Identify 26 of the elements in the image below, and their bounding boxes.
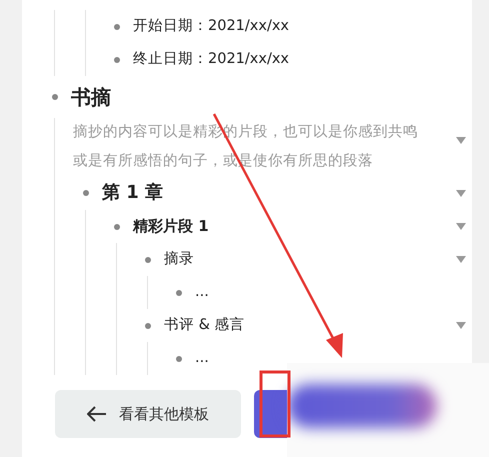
- outline-item: 摘录: [163, 250, 195, 269]
- bullet-icon: [114, 56, 120, 62]
- bullet-icon: [145, 256, 151, 262]
- bullet-icon: [114, 224, 120, 230]
- bullet-icon: [114, 24, 120, 30]
- collapse-triangle-icon[interactable]: [456, 256, 466, 263]
- outline-item: ...: [194, 283, 210, 302]
- outline-item: 书评 & 感言: [163, 316, 246, 335]
- outline-item: 开始日期：2021/xx/xx: [132, 17, 290, 36]
- annotation-frame: [260, 370, 290, 438]
- other-templates-button[interactable]: 看看其他模板: [55, 390, 241, 438]
- collapse-triangle-icon[interactable]: [456, 190, 466, 196]
- bullet-icon: [176, 290, 182, 296]
- bullet-icon: [176, 356, 182, 362]
- bullet-icon: [83, 190, 89, 196]
- bullet-icon: [145, 322, 151, 328]
- back-arrow-icon: [87, 406, 107, 422]
- collapse-triangle-icon[interactable]: [456, 223, 466, 230]
- outline-item: 第 1 章: [101, 181, 164, 205]
- collapse-triangle-icon[interactable]: [456, 137, 466, 144]
- collapse-triangle-icon[interactable]: [456, 322, 466, 329]
- bullet-icon: [52, 94, 58, 100]
- outline-item: ...: [194, 349, 210, 368]
- outline-item: 书摘: [70, 84, 112, 111]
- outline-item: 精彩片段 1: [132, 216, 210, 237]
- outline-item: 终止日期：2021/xx/xx: [132, 50, 290, 69]
